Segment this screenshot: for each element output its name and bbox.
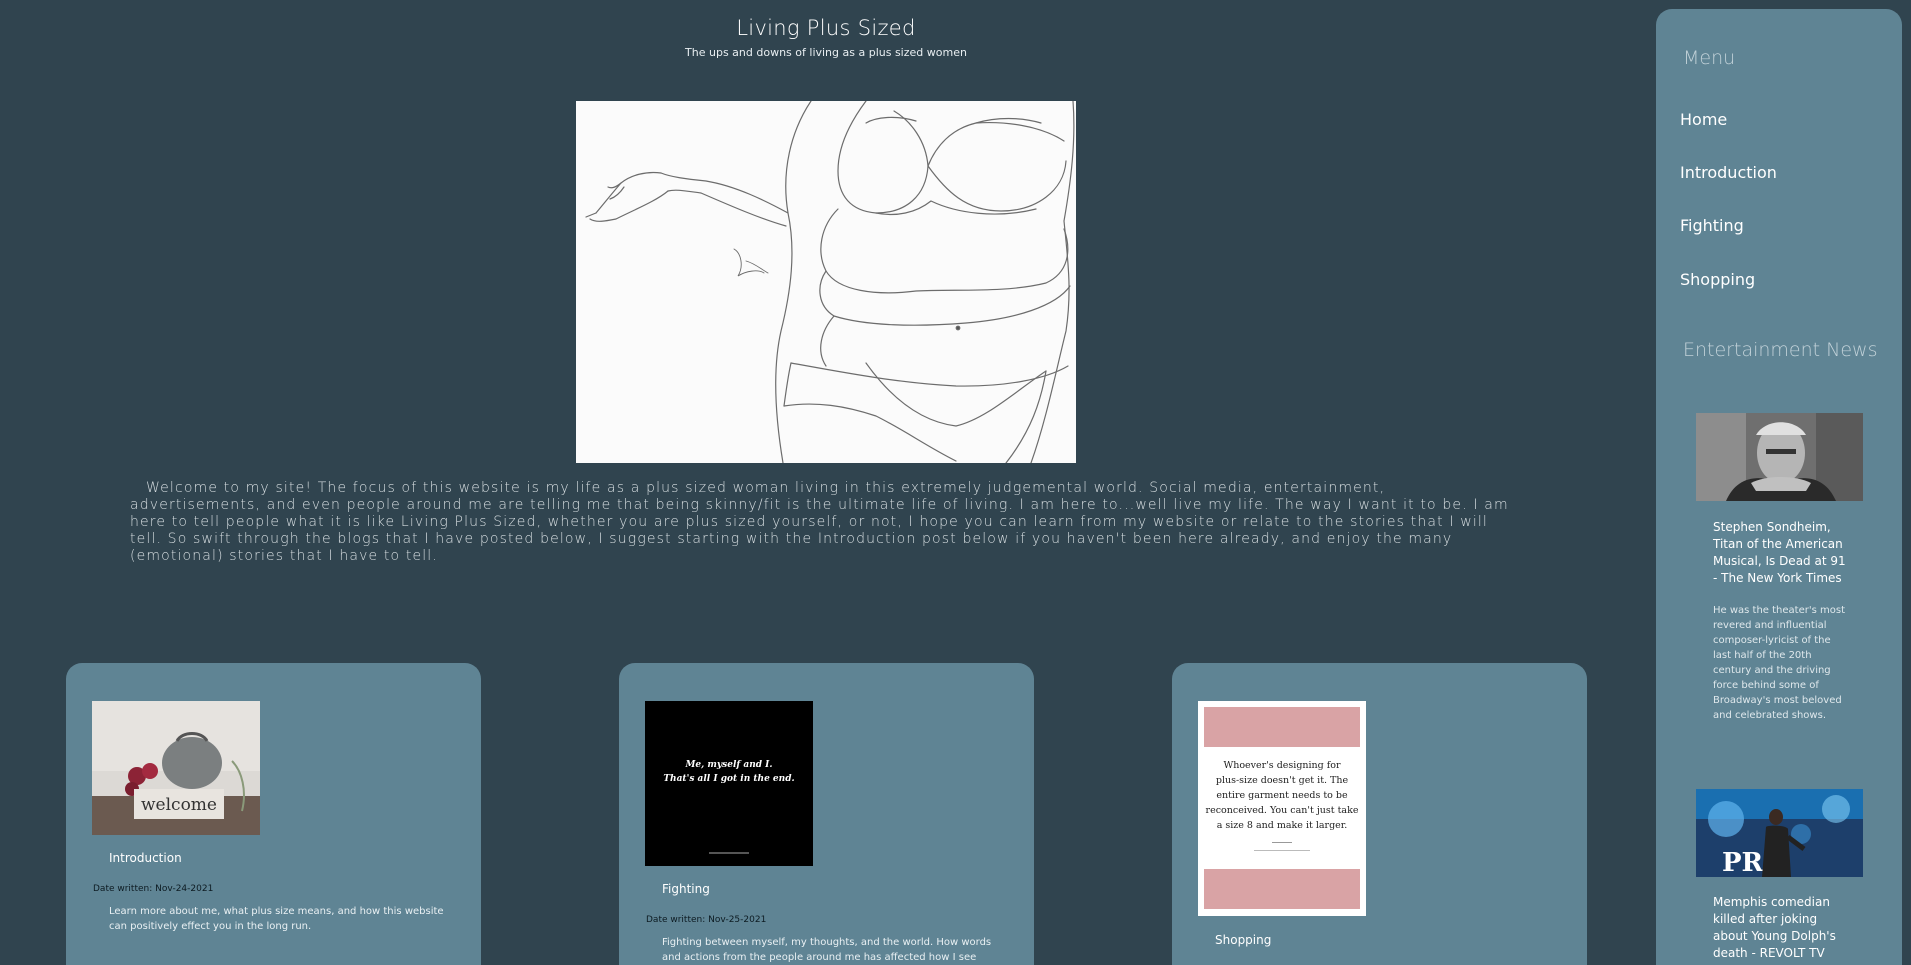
menu-item-fighting[interactable]: Fighting xyxy=(1680,216,1744,235)
news-photo-sondheim xyxy=(1696,413,1863,501)
svg-text:a size 8 and make it larger.: a size 8 and make it larger. xyxy=(1217,820,1348,831)
site-title[interactable]: Living Plus Sized xyxy=(0,16,1652,40)
intro-paragraph: Welcome to my site! The focus of this we… xyxy=(130,480,1509,564)
svg-text:welcome: welcome xyxy=(141,795,217,815)
news-image[interactable]: PR xyxy=(1696,789,1863,877)
card-thumbnail[interactable]: Whoever's designing for plus-size doesn'… xyxy=(1198,701,1366,916)
svg-text:reconceived. You can't just ta: reconceived. You can't just take xyxy=(1206,805,1359,816)
quote-image: Me, myself and I. That's all I got in th… xyxy=(645,701,813,866)
hero-sketch xyxy=(585,101,1075,463)
menu-item-shopping[interactable]: Shopping xyxy=(1680,270,1755,289)
news-description: He was the theater's most revered and in… xyxy=(1713,605,1845,721)
news-title[interactable]: Memphis comedian killed after joking abo… xyxy=(1713,894,1853,962)
sidebar: Menu Home Introduction Fighting Shopping… xyxy=(1656,9,1902,965)
card-title[interactable]: Fighting xyxy=(662,882,710,896)
post-card-introduction[interactable]: welcome Introduction Date written: Nov-2… xyxy=(66,663,481,965)
card-title[interactable]: Shopping xyxy=(1215,933,1271,947)
post-card-shopping[interactable]: Whoever's designing for plus-size doesn'… xyxy=(1172,663,1587,965)
card-date: Date written: Nov-24-2021 xyxy=(93,884,214,894)
menu-item-home[interactable]: Home xyxy=(1680,110,1727,129)
card-thumbnail[interactable]: Me, myself and I. That's all I got in th… xyxy=(645,701,813,866)
site-subtitle: The ups and downs of living as a plus si… xyxy=(685,46,967,59)
news-title[interactable]: Stephen Sondheim, Titan of the American … xyxy=(1713,519,1853,587)
svg-text:entire garment needs to be: entire garment needs to be xyxy=(1216,790,1348,801)
card-thumbnail[interactable]: welcome xyxy=(92,701,260,835)
svg-text:Whoever's designing for: Whoever's designing for xyxy=(1223,760,1341,771)
welcome-image: welcome xyxy=(92,701,260,835)
svg-text:plus-size doesn't get it. The: plus-size doesn't get it. The xyxy=(1216,775,1349,786)
site-header: Living Plus Sized The ups and downs of l… xyxy=(0,16,1652,59)
svg-text:PR: PR xyxy=(1722,848,1764,877)
card-description: Learn more about me, what plus size mean… xyxy=(109,906,444,932)
page: Living Plus Sized The ups and downs of l… xyxy=(0,0,1911,965)
card-title[interactable]: Introduction xyxy=(109,851,182,865)
card-date: Date written: Nov-25-2021 xyxy=(646,915,767,925)
quote-image: Whoever's designing for plus-size doesn'… xyxy=(1198,701,1366,916)
news-image[interactable] xyxy=(1696,413,1863,501)
news-photo-revolt: PR xyxy=(1696,789,1863,877)
card-description: Fighting between myself, my thoughts, an… xyxy=(662,937,992,963)
svg-text:That's all I got in the end.: That's all I got in the end. xyxy=(663,774,794,784)
svg-text:Me, myself and I.: Me, myself and I. xyxy=(684,760,772,770)
hero-image xyxy=(576,101,1076,463)
menu-item-introduction[interactable]: Introduction xyxy=(1680,163,1777,182)
news-heading: Entertainment News xyxy=(1683,339,1878,361)
post-card-fighting[interactable]: Me, myself and I. That's all I got in th… xyxy=(619,663,1034,965)
menu-heading: Menu xyxy=(1683,47,1736,69)
